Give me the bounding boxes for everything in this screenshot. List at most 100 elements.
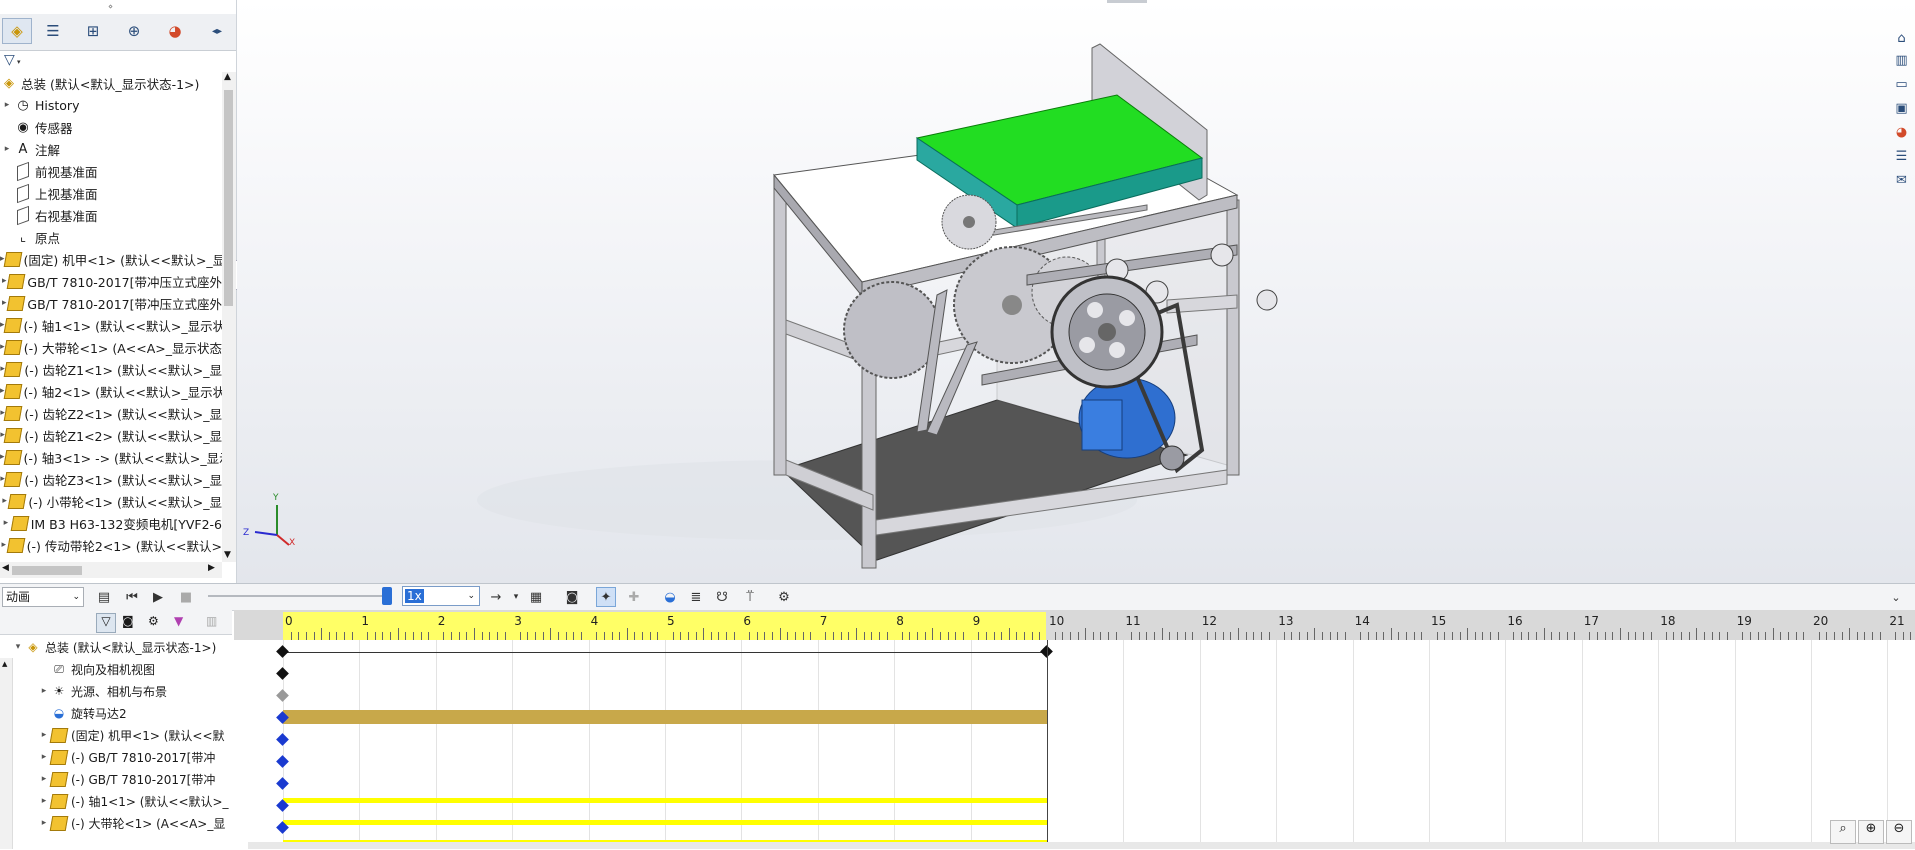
- tree-item[interactable]: 右视基准面: [0, 204, 222, 226]
- zoom-fit-icon[interactable]: ⌕: [1830, 820, 1856, 844]
- motion-tree-item[interactable]: ▸ (-) GB/T 7810-2017[带冲: [38, 768, 232, 790]
- tree-item[interactable]: ▸ (-) 齿轮Z1<1> (默认<<默认>_显: [0, 358, 222, 380]
- tree-item[interactable]: ▸ (-) 齿轮Z3<1> (默认<<默认>_显: [0, 468, 222, 490]
- zoom-in-icon[interactable]: ⊕: [1858, 820, 1884, 844]
- chevron-down-icon[interactable]: ▾: [506, 587, 526, 607]
- filter-animated-icon[interactable]: ◙: [122, 614, 134, 628]
- pulley-timeline-bar[interactable]: [283, 820, 1047, 825]
- expand-arrow-icon[interactable]: ▸: [0, 144, 14, 154]
- tree-item[interactable]: 上视基准面: [0, 182, 222, 204]
- tree-item[interactable]: ⌞ 原点: [0, 226, 222, 248]
- filter-icon[interactable]: ▽: [96, 613, 116, 633]
- tree-item[interactable]: ▸ (-) 轴2<1> (默认<<默认>_显示状: [0, 380, 222, 402]
- panel-grip-icon[interactable]: ⋄: [108, 2, 113, 11]
- assembly-model[interactable]: Y Z X: [237, 0, 1915, 583]
- tree-item[interactable]: ▸ (-) 传动带轮2<1> (默认<<默认>: [0, 534, 222, 556]
- animation-wizard-icon[interactable]: ◙: [562, 587, 582, 607]
- playback-mode-icon[interactable]: →: [486, 587, 506, 607]
- playback-speed-select[interactable]: 1x ⌄: [402, 586, 480, 606]
- tree-scroll-thumb[interactable]: [224, 90, 233, 306]
- tree-hscroll-thumb[interactable]: [12, 566, 82, 575]
- play-icon[interactable]: ▶: [148, 587, 168, 607]
- tab-scroll-arrows[interactable]: ◂ ▸: [200, 18, 234, 44]
- timeline-area[interactable]: [234, 610, 1915, 849]
- tree-item[interactable]: ▸ (固定) 机甲<1> (默认<<默认>_显: [0, 248, 222, 270]
- motion-tree-item[interactable]: ▸ (-) 轴1<1> (默认<<默认>_: [38, 790, 232, 812]
- tree-item[interactable]: ◉ 传感器: [0, 116, 222, 138]
- save-animation-icon[interactable]: ▦: [526, 587, 546, 607]
- tree-item[interactable]: 前视基准面: [0, 160, 222, 182]
- tree-item[interactable]: ▸ GB/T 7810-2017[带冲压立式座外: [0, 270, 222, 292]
- motion-tree-scrollbar[interactable]: ▲: [0, 658, 13, 849]
- graphics-area[interactable]: Y Z X: [237, 0, 1915, 583]
- expand-arrow-icon[interactable]: ▸: [38, 774, 50, 784]
- study-type-select[interactable]: 动画 ⌄: [2, 587, 84, 607]
- configurationmanager-tab[interactable]: ⊞: [78, 18, 108, 44]
- tree-item[interactable]: ▸ (-) 大带轮<1> (A<<A>_显示状态: [0, 336, 222, 358]
- tree-filter[interactable]: ▽ ▾: [0, 50, 236, 72]
- settings-icon[interactable]: ⚙: [774, 587, 794, 607]
- motor-icon[interactable]: ◒: [660, 587, 680, 607]
- expand-arrow-icon[interactable]: ▸: [38, 796, 50, 806]
- motion-tree-item[interactable]: ⎚ 视向及相机视图: [38, 658, 232, 680]
- playback-slider-track[interactable]: [208, 595, 388, 597]
- file-explorer-icon[interactable]: ▭: [1891, 74, 1912, 95]
- chevron-down-icon[interactable]: ▼: [224, 550, 231, 560]
- stop-icon[interactable]: ■: [176, 587, 196, 607]
- motion-tree-item[interactable]: ▸ (-) 大带轮<1> (A<<A>_显: [38, 812, 232, 834]
- tree-item[interactable]: ▸ (-) 齿轮Z2<1> (默认<<默认>_显: [0, 402, 222, 424]
- timeline-hscrollbar[interactable]: [248, 842, 1915, 849]
- zoom-out-icon[interactable]: ⊖: [1886, 820, 1912, 844]
- tree-item[interactable]: ▸ ◷ History: [0, 94, 222, 116]
- leg-back-right: [1226, 199, 1240, 476]
- filter-results-icon[interactable]: ▥: [206, 614, 217, 628]
- expand-arrow-icon[interactable]: ▸: [0, 518, 12, 528]
- featuremanager-tab[interactable]: ◈: [2, 18, 32, 44]
- dimxpert-tab[interactable]: ⊕: [119, 18, 149, 44]
- expand-arrow-icon[interactable]: ▸: [38, 818, 50, 828]
- motion-tree-item[interactable]: ▸ (固定) 机甲<1> (默认<<默: [38, 724, 232, 746]
- play-from-start-icon[interactable]: ⏮: [122, 587, 142, 607]
- motion-tree-item[interactable]: ▸ (-) GB/T 7810-2017[带冲: [38, 746, 232, 768]
- filter-selected-icon[interactable]: ▼: [174, 614, 183, 628]
- custom-properties-icon[interactable]: ☰: [1891, 146, 1912, 167]
- motion-tree-item[interactable]: ◒ 旋转马达2: [38, 702, 232, 724]
- collapse-motion-manager-icon[interactable]: ⌄: [1886, 587, 1906, 607]
- home-icon[interactable]: ⌂: [1891, 28, 1912, 49]
- shaft-timeline-bar[interactable]: [283, 798, 1047, 803]
- tree-item[interactable]: ▸ A 注解: [0, 138, 222, 160]
- gravity-icon[interactable]: ⍡: [740, 587, 760, 607]
- motion-tree-item[interactable]: ▸ ☀ 光源、相机与布景: [38, 680, 232, 702]
- autokey-icon[interactable]: ✦: [596, 587, 616, 607]
- motor-timeline-bar[interactable]: [283, 710, 1047, 724]
- tree-item[interactable]: ▸ (-) 齿轮Z1<2> (默认<<默认>_显: [0, 424, 222, 446]
- display-manager-tab[interactable]: ◕: [160, 18, 190, 44]
- playback-slider-thumb[interactable]: [382, 587, 392, 605]
- chevron-up-icon[interactable]: ▲: [2, 660, 7, 668]
- tree-item[interactable]: ▸ (-) 轴3<1> -> (默认<<默认>_显示: [0, 446, 222, 468]
- calculate-icon[interactable]: ▤: [94, 587, 114, 607]
- tree-item[interactable]: ▸ (-) 轴1<1> (默认<<默认>_显示状: [0, 314, 222, 336]
- chevron-up-icon[interactable]: ▲: [224, 72, 231, 82]
- chevron-left-icon[interactable]: ◀: [2, 563, 9, 573]
- expand-arrow-icon[interactable]: ▸: [38, 730, 50, 740]
- expand-arrow-icon[interactable]: ▸: [0, 100, 14, 110]
- expand-arrow-icon[interactable]: ▸: [38, 686, 50, 696]
- design-library-icon[interactable]: ▥: [1891, 50, 1912, 71]
- view-palette-icon[interactable]: ▣: [1891, 98, 1912, 119]
- contact-icon[interactable]: ☋: [712, 587, 732, 607]
- add-key-icon[interactable]: ✚: [624, 587, 644, 607]
- filter-driving-icon[interactable]: ⚙: [148, 614, 159, 628]
- spring-icon[interactable]: ≣: [686, 587, 706, 607]
- appearances-icon[interactable]: ◕: [1891, 122, 1912, 143]
- propertymanager-tab[interactable]: ☰: [38, 18, 68, 44]
- tree-item[interactable]: ▸ GB/T 7810-2017[带冲压立式座外: [0, 292, 222, 314]
- tree-root[interactable]: ◈ 总装 (默认<默认_显示状态-1>): [0, 72, 222, 94]
- motion-tree-root[interactable]: ▾ ◈ 总装 (默认<默认_显示状态-1>): [12, 636, 232, 658]
- forum-icon[interactable]: ✉: [1891, 170, 1912, 191]
- tree-item[interactable]: ▸ (-) 小带轮<1> (默认<<默认>_显: [0, 490, 222, 512]
- expand-arrow-icon[interactable]: ▸: [38, 752, 50, 762]
- tree-item[interactable]: ▸ IM B3 H63-132变频电机[YVF2-6: [0, 512, 222, 534]
- filter-icon[interactable]: ▽: [4, 52, 15, 68]
- chevron-right-icon[interactable]: ▶: [208, 563, 215, 573]
